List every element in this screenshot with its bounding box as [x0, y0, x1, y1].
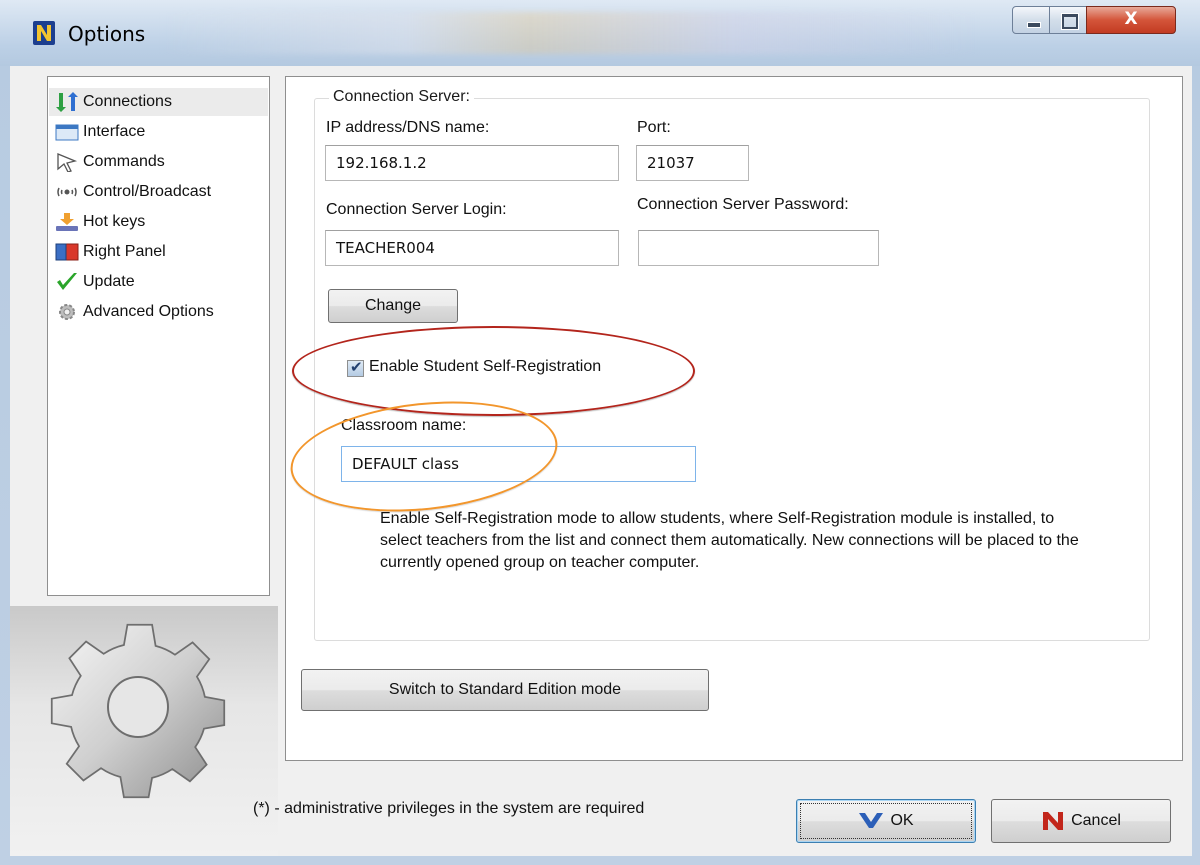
- sidebar-item-label: Connections: [83, 93, 172, 110]
- maximize-icon: [1062, 14, 1078, 29]
- minimize-icon: [1027, 22, 1041, 28]
- port-label: Port:: [637, 119, 671, 136]
- minimize-button[interactable]: [1012, 6, 1050, 34]
- sidebar-item-control-broadcast[interactable]: Control/Broadcast: [49, 178, 268, 206]
- gears-icon: [59, 304, 75, 320]
- port-field[interactable]: 21037: [636, 145, 749, 181]
- interface-icon: [55, 124, 79, 141]
- switch-edition-button[interactable]: Switch to Standard Edition mode: [301, 669, 709, 711]
- sidebar-item-label: Update: [83, 273, 135, 290]
- login-label: Connection Server Login:: [326, 201, 507, 218]
- sidebar-item-hot-keys[interactable]: Hot keys: [49, 208, 268, 236]
- window-title: Options: [68, 22, 146, 46]
- self-registration-description: Enable Self-Registration mode to allow s…: [380, 510, 1079, 571]
- sidebar-item-right-panel[interactable]: Right Panel: [49, 238, 268, 266]
- cancel-button-label: Cancel: [1071, 812, 1121, 829]
- panel-icon: [55, 243, 79, 261]
- ip-address-field[interactable]: 192.168.1.2: [325, 145, 619, 181]
- change-button[interactable]: Change: [328, 289, 458, 323]
- hotkeys-icon: [56, 213, 78, 231]
- sidebar-item-label: Interface: [83, 123, 146, 140]
- self-registration-checkbox[interactable]: ✔: [347, 358, 364, 377]
- ok-button[interactable]: OK: [796, 799, 976, 843]
- password-label: Connection Server Password:: [637, 196, 849, 213]
- group-title: Connection Server:: [329, 88, 474, 106]
- app-logo-icon: [33, 21, 55, 45]
- sidebar-item-label: Commands: [83, 153, 165, 170]
- cancel-button[interactable]: Cancel: [991, 799, 1171, 843]
- cursor-icon: [57, 153, 78, 172]
- checkmark-icon: [57, 273, 77, 290]
- checkmark-icon: ✔: [350, 358, 363, 376]
- login-field[interactable]: TEACHER004: [325, 230, 619, 266]
- sidebar-item-interface[interactable]: Interface: [49, 118, 268, 146]
- title-bar[interactable]: Options X: [0, 0, 1200, 66]
- ok-button-label: OK: [890, 812, 914, 829]
- options-category-list: Connections Interface Commands Control/B…: [47, 76, 270, 596]
- self-registration-label: Enable Student Self-Registration: [369, 358, 602, 375]
- admin-privileges-note: (*) - administrative privileges in the s…: [253, 800, 645, 817]
- broadcast-icon: [57, 187, 77, 197]
- cancel-logo-icon: [1043, 812, 1064, 830]
- sidebar-item-label: Hot keys: [83, 213, 146, 230]
- sidebar-item-label: Right Panel: [83, 243, 166, 260]
- ok-logo-icon: [859, 813, 884, 828]
- sidebar-item-commands[interactable]: Commands: [49, 148, 268, 176]
- connections-icon: [56, 92, 78, 112]
- classroom-label: Classroom name:: [341, 417, 467, 434]
- dialog-body: Connections Interface Commands Control/B…: [10, 66, 1192, 856]
- options-window: Options X Connections Interface Commands…: [0, 0, 1200, 865]
- ip-label: IP address/DNS name:: [326, 119, 490, 136]
- gear-icon: [50, 623, 226, 799]
- sidebar-item-update[interactable]: Update: [49, 268, 268, 296]
- sidebar-item-label: Control/Broadcast: [83, 183, 212, 200]
- sidebar-item-advanced-options[interactable]: Advanced Options: [49, 298, 268, 326]
- password-field[interactable]: [638, 230, 879, 266]
- background-blur: [160, 12, 980, 54]
- maximize-button[interactable]: [1049, 6, 1087, 34]
- classroom-name-field[interactable]: DEFAULT class: [341, 446, 696, 482]
- close-icon: X: [1124, 9, 1138, 29]
- sidebar-item-label: Advanced Options: [83, 303, 214, 320]
- close-button[interactable]: X: [1086, 6, 1176, 34]
- connections-panel: Connection Server: IP address/DNS name: …: [285, 76, 1183, 761]
- sidebar-item-connections[interactable]: Connections: [49, 88, 268, 116]
